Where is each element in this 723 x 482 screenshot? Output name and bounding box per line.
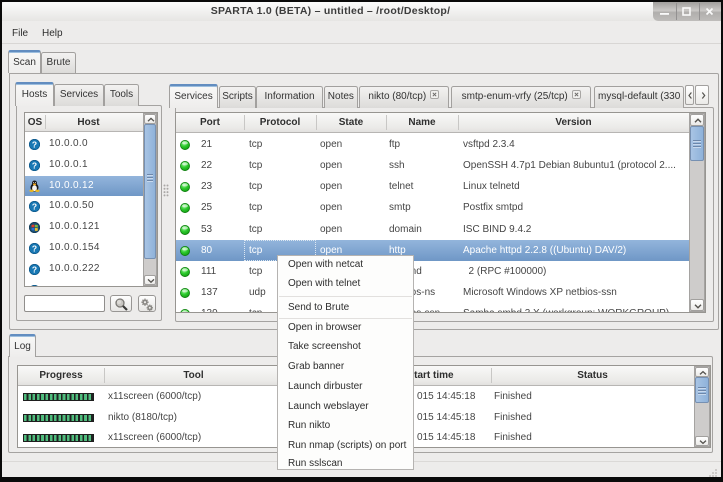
svg-text:?: ? (32, 264, 37, 274)
svg-text:?: ? (32, 139, 37, 149)
svg-text:?: ? (32, 160, 37, 170)
svg-text:?: ? (32, 243, 37, 253)
svg-text:?: ? (32, 285, 37, 287)
svg-text:?: ? (32, 202, 37, 212)
